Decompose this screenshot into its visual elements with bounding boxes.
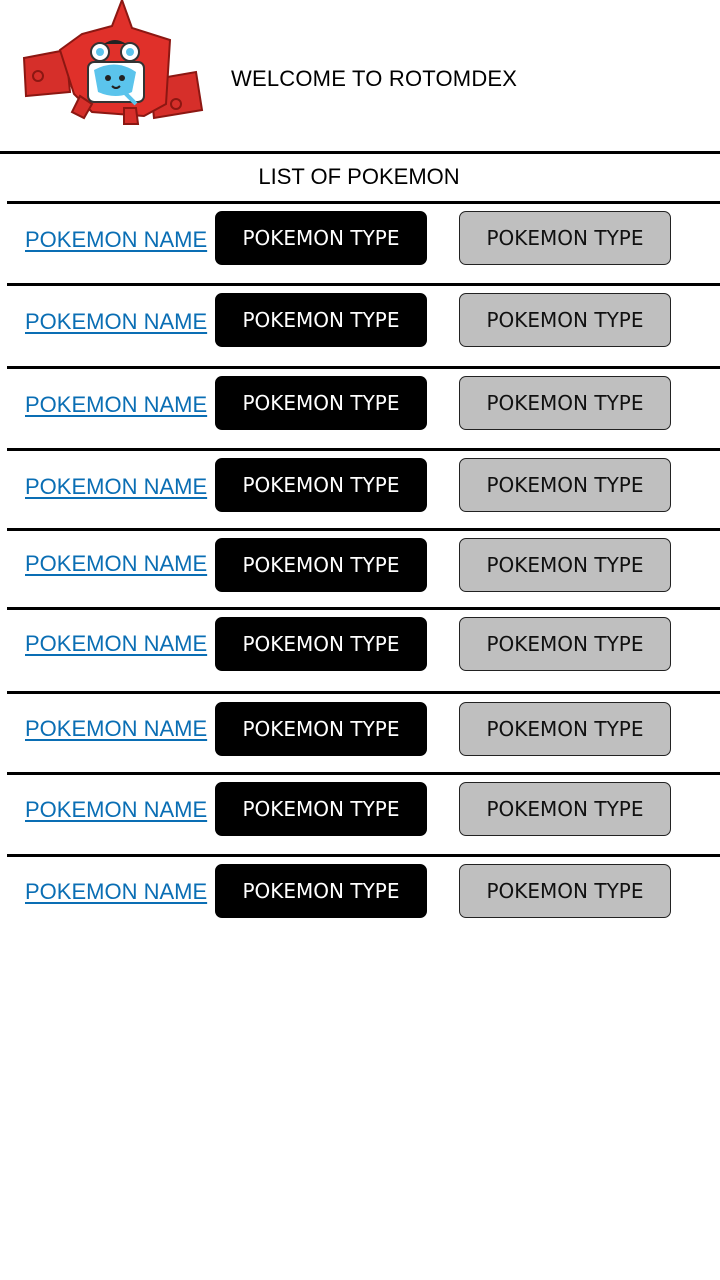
pokemon-name-link[interactable]: POKEMON NAME (25, 227, 207, 253)
primary-type-button[interactable]: POKEMON TYPE (215, 617, 427, 671)
list-title: LIST OF POKEMON (258, 164, 460, 189)
row-divider (7, 528, 720, 531)
primary-type-button[interactable]: POKEMON TYPE (215, 538, 427, 592)
row-divider (7, 201, 720, 204)
list-item: POKEMON NAME POKEMON TYPE POKEMON TYPE (7, 283, 720, 363)
secondary-type-button[interactable]: POKEMON TYPE (459, 864, 671, 918)
row-divider (7, 607, 720, 610)
list-item: POKEMON NAME POKEMON TYPE POKEMON TYPE (7, 366, 720, 446)
row-divider (7, 854, 720, 857)
secondary-type-button[interactable]: POKEMON TYPE (459, 376, 671, 430)
secondary-type-button[interactable]: POKEMON TYPE (459, 617, 671, 671)
list-item: POKEMON NAME POKEMON TYPE POKEMON TYPE (7, 201, 720, 281)
pokemon-name-link[interactable]: POKEMON NAME (25, 309, 207, 335)
welcome-title: WELCOME TO ROTOMDEX (231, 66, 518, 91)
list-item: POKEMON NAME POKEMON TYPE POKEMON TYPE (7, 607, 720, 687)
secondary-type-button[interactable]: POKEMON TYPE (459, 211, 671, 265)
pokemon-name-link[interactable]: POKEMON NAME (25, 879, 207, 905)
header: WELCOME TO ROTOMDEX (0, 0, 720, 152)
pokemon-name-link[interactable]: POKEMON NAME (25, 392, 207, 418)
pokemon-name-link[interactable]: POKEMON NAME (25, 797, 207, 823)
row-divider (7, 691, 720, 694)
secondary-type-button[interactable]: POKEMON TYPE (459, 782, 671, 836)
pokemon-name-link[interactable]: POKEMON NAME (25, 551, 207, 577)
primary-type-button[interactable]: POKEMON TYPE (215, 293, 427, 347)
header-divider (0, 151, 720, 154)
pokemon-name-link[interactable]: POKEMON NAME (25, 631, 207, 657)
rotom-dex-icon (22, 0, 204, 125)
secondary-type-button[interactable]: POKEMON TYPE (459, 538, 671, 592)
pokemon-name-link[interactable]: POKEMON NAME (25, 474, 207, 500)
row-divider (7, 366, 720, 369)
primary-type-button[interactable]: POKEMON TYPE (215, 782, 427, 836)
primary-type-button[interactable]: POKEMON TYPE (215, 211, 427, 265)
primary-type-button[interactable]: POKEMON TYPE (215, 376, 427, 430)
secondary-type-button[interactable]: POKEMON TYPE (459, 458, 671, 512)
primary-type-button[interactable]: POKEMON TYPE (215, 458, 427, 512)
list-item: POKEMON NAME POKEMON TYPE POKEMON TYPE (7, 691, 720, 771)
primary-type-button[interactable]: POKEMON TYPE (215, 864, 427, 918)
row-divider (7, 772, 720, 775)
secondary-type-button[interactable]: POKEMON TYPE (459, 702, 671, 756)
secondary-type-button[interactable]: POKEMON TYPE (459, 293, 671, 347)
list-item: POKEMON NAME POKEMON TYPE POKEMON TYPE (7, 528, 720, 608)
list-item: POKEMON NAME POKEMON TYPE POKEMON TYPE (7, 854, 720, 934)
list-item: POKEMON NAME POKEMON TYPE POKEMON TYPE (7, 772, 720, 852)
row-divider (7, 283, 720, 286)
row-divider (7, 448, 720, 451)
primary-type-button[interactable]: POKEMON TYPE (215, 702, 427, 756)
list-item: POKEMON NAME POKEMON TYPE POKEMON TYPE (7, 448, 720, 528)
pokemon-name-link[interactable]: POKEMON NAME (25, 716, 207, 742)
